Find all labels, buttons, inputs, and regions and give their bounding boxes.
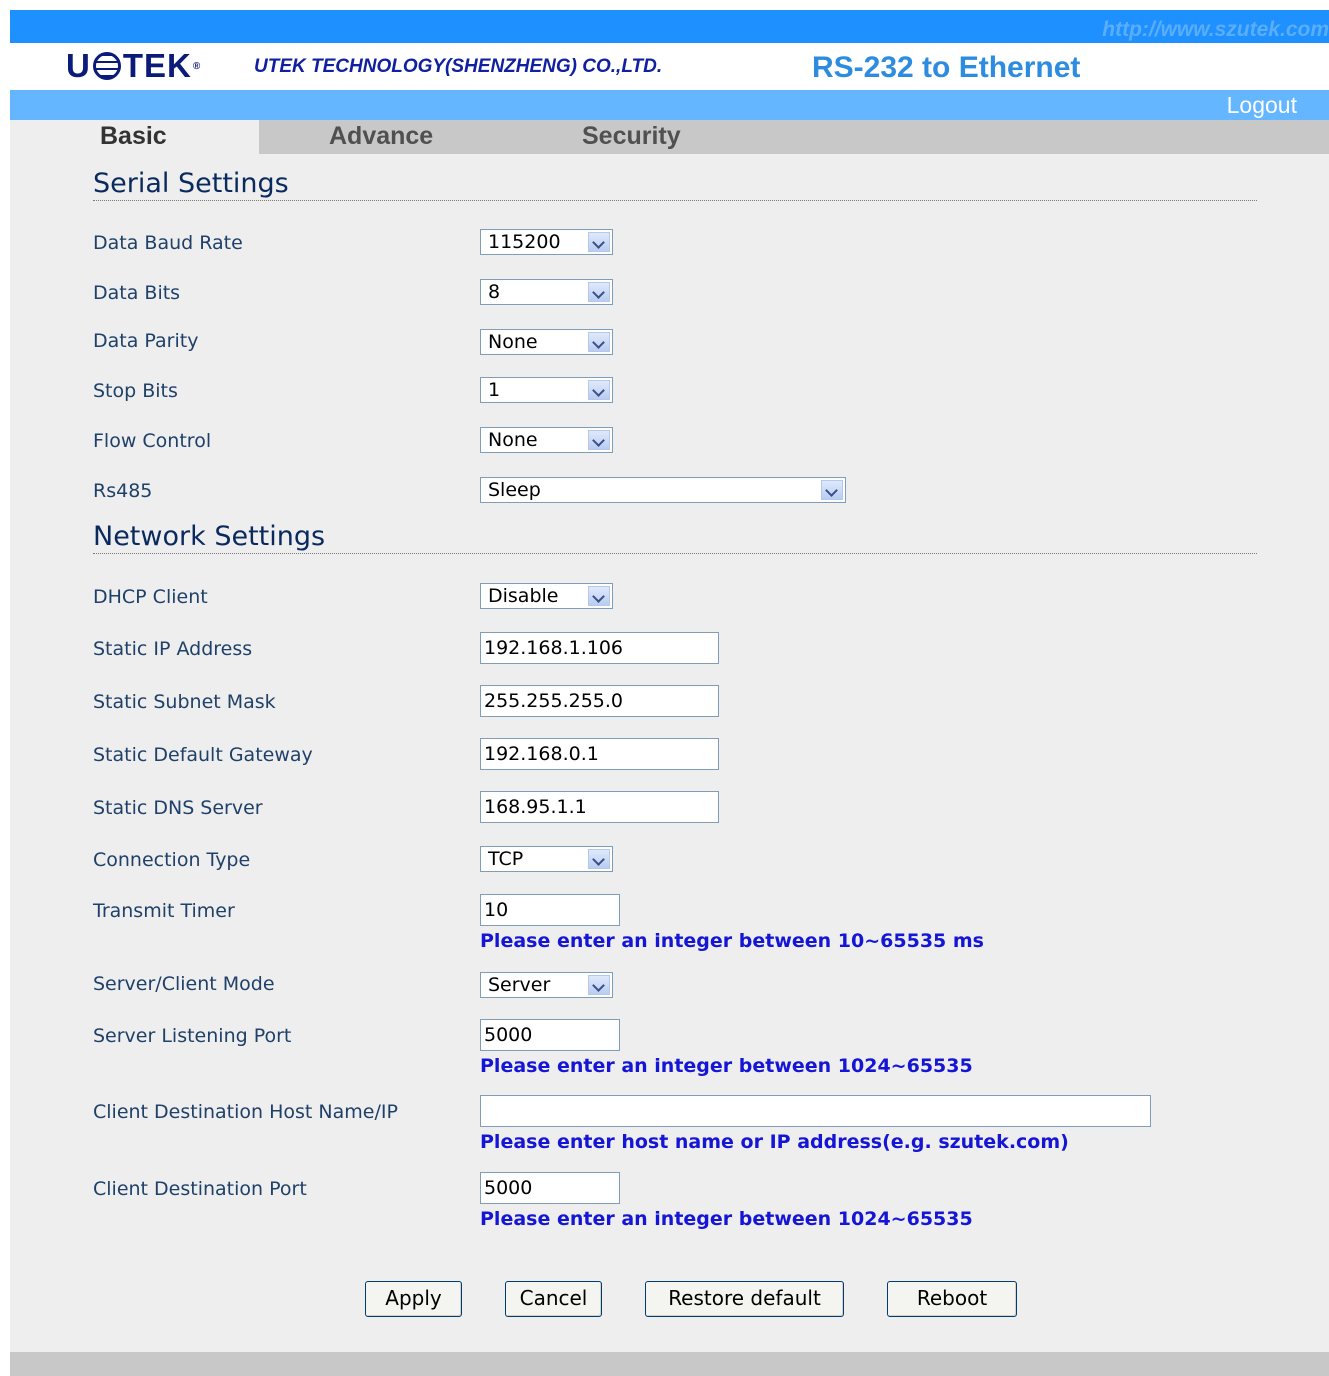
static-ip-label: Static IP Address [93, 638, 253, 660]
destination-port-field[interactable]: 5000 [480, 1172, 620, 1204]
baud-rate-label: Data Baud Rate [93, 232, 243, 254]
destination-host-hint: Please enter host name or IP address(e.g… [480, 1131, 1069, 1153]
server-client-mode-label: Server/Client Mode [93, 973, 275, 995]
serial-divider [93, 200, 1257, 201]
listening-port-hint: Please enter an integer between 1024~655… [480, 1055, 973, 1077]
logo-letters-tek: TEK [122, 47, 192, 84]
chevron-down-icon[interactable] [588, 232, 610, 252]
chevron-down-icon[interactable] [588, 430, 610, 450]
static-ip-field[interactable]: 192.168.1.106 [480, 632, 719, 664]
main-content: Basic Advance Security Serial Settings D… [10, 120, 1329, 1352]
server-client-mode-select[interactable]: Server [480, 972, 613, 998]
tab-security-label: Security [582, 122, 681, 150]
data-parity-select[interactable]: None [480, 329, 613, 355]
tab-basic[interactable]: Basic [10, 120, 259, 154]
product-name: RS-232 to Ethernet [812, 51, 1081, 84]
baud-rate-value: 115200 [488, 231, 561, 253]
dhcp-client-select[interactable]: Disable [480, 583, 613, 609]
data-bits-label: Data Bits [93, 282, 181, 304]
destination-port-hint: Please enter an integer between 1024~655… [480, 1208, 973, 1230]
listening-port-label: Server Listening Port [93, 1025, 292, 1047]
tab-advance-label: Advance [329, 122, 434, 150]
flow-control-value: None [488, 429, 538, 451]
globe-icon [92, 52, 121, 80]
default-gateway-field[interactable]: 192.168.0.1 [480, 738, 719, 770]
top-banner: http://www.szutek.com [10, 10, 1329, 43]
rs485-select[interactable]: Sleep [480, 477, 846, 503]
rs485-value: Sleep [488, 479, 541, 501]
data-bits-select[interactable]: 8 [480, 279, 613, 305]
chevron-down-icon[interactable] [588, 849, 610, 869]
data-bits-value: 8 [488, 281, 501, 303]
website-url[interactable]: http://www.szutek.com [1102, 18, 1329, 42]
logo-registered-mark: ® [192, 60, 202, 72]
dhcp-client-label: DHCP Client [93, 586, 208, 608]
chevron-down-icon[interactable] [588, 332, 610, 352]
cancel-button[interactable]: Cancel [505, 1281, 602, 1317]
nav-bar: Logout [10, 90, 1329, 120]
header: U TEK ® UTEK TECHNOLOGY(SHENZHENG) CO.,L… [10, 43, 1329, 90]
tab-security[interactable]: Security [582, 120, 732, 154]
server-client-mode-value: Server [488, 974, 551, 996]
logo-letter-u: U [66, 47, 91, 84]
flow-control-label: Flow Control [93, 430, 212, 452]
default-gateway-label: Static Default Gateway [93, 744, 313, 766]
listening-port-field[interactable]: 5000 [480, 1019, 620, 1051]
rs485-label: Rs485 [93, 480, 153, 502]
stop-bits-value: 1 [488, 379, 501, 401]
destination-port-label: Client Destination Port [93, 1178, 307, 1200]
dns-server-label: Static DNS Server [93, 797, 263, 819]
utek-logo: U TEK ® [66, 47, 201, 85]
dns-server-field[interactable]: 168.95.1.1 [480, 791, 719, 823]
subnet-mask-label: Static Subnet Mask [93, 691, 276, 713]
network-settings-title: Network Settings [93, 521, 326, 552]
chevron-down-icon[interactable] [821, 480, 843, 500]
destination-host-label: Client Destination Host Name/IP [93, 1101, 398, 1123]
tab-advance[interactable]: Advance [329, 120, 479, 154]
chevron-down-icon[interactable] [588, 282, 610, 302]
tab-bar: Basic Advance Security [10, 120, 1329, 154]
chevron-down-icon[interactable] [588, 975, 610, 995]
data-parity-label: Data Parity [93, 330, 199, 352]
connection-type-select[interactable]: TCP [480, 846, 613, 872]
restore-default-button[interactable]: Restore default [645, 1281, 844, 1317]
transmit-timer-hint: Please enter an integer between 10~65535… [480, 930, 984, 952]
network-divider [93, 553, 1257, 554]
chevron-down-icon[interactable] [588, 380, 610, 400]
data-parity-value: None [488, 331, 538, 353]
logout-link[interactable]: Logout [1227, 92, 1297, 119]
flow-control-select[interactable]: None [480, 427, 613, 453]
tab-basic-label: Basic [100, 122, 167, 150]
baud-rate-select[interactable]: 115200 [480, 229, 613, 255]
company-name: UTEK TECHNOLOGY(SHENZHENG) CO.,LTD. [254, 56, 663, 77]
footer-bar [10, 1352, 1329, 1376]
destination-host-field[interactable] [480, 1095, 1151, 1127]
transmit-timer-label: Transmit Timer [93, 900, 235, 922]
stop-bits-label: Stop Bits [93, 380, 178, 402]
transmit-timer-field[interactable]: 10 [480, 894, 620, 926]
chevron-down-icon[interactable] [588, 586, 610, 606]
serial-settings-title: Serial Settings [93, 168, 289, 199]
connection-type-label: Connection Type [93, 849, 251, 871]
apply-button[interactable]: Apply [365, 1281, 462, 1317]
dhcp-client-value: Disable [488, 585, 559, 607]
stop-bits-select[interactable]: 1 [480, 377, 613, 403]
subnet-mask-field[interactable]: 255.255.255.0 [480, 685, 719, 717]
connection-type-value: TCP [488, 848, 524, 870]
reboot-button[interactable]: Reboot [887, 1281, 1017, 1317]
